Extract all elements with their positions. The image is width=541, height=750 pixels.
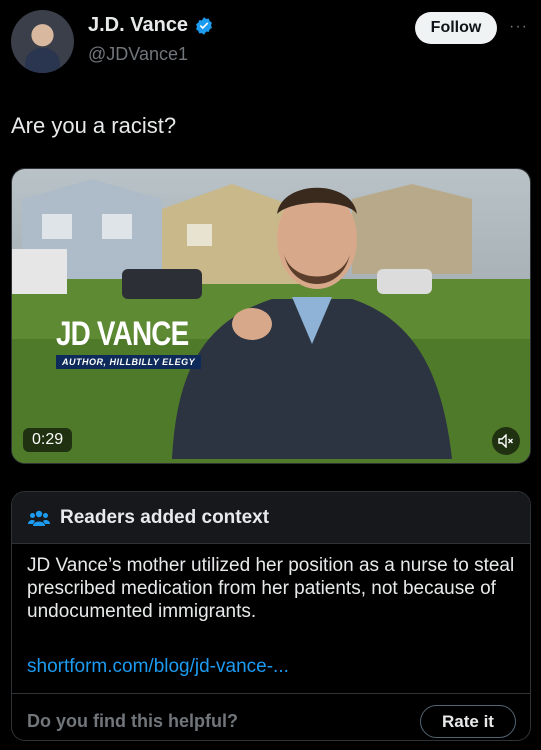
author-name-row: J.D. Vance: [88, 14, 214, 37]
note-rating-bar: Do you find this helpful? Rate it: [12, 693, 530, 740]
more-icon[interactable]: ···: [509, 18, 528, 36]
community-notes-panel: Readers added context JD Vance’s mother …: [11, 491, 531, 741]
tweet-header: J.D. Vance @JDVance1 Follow ···: [0, 0, 541, 80]
follow-button[interactable]: Follow: [415, 12, 497, 44]
author-display-name[interactable]: J.D. Vance: [88, 14, 188, 37]
video-overlay-title: JD VANCE: [56, 315, 189, 353]
community-note-source-link[interactable]: shortform.com/blog/jd-vance-...: [27, 656, 289, 678]
speaker-glyph: [498, 434, 513, 448]
community-notes-header: Readers added context: [12, 492, 530, 544]
author-avatar[interactable]: [11, 10, 74, 73]
muted-speaker-icon[interactable]: [492, 427, 520, 455]
author-handle[interactable]: @JDVance1: [88, 44, 188, 65]
video-player[interactable]: JD VANCE AUTHOR, HILLBILLY ELEGY 0:29: [11, 168, 531, 464]
helpful-question: Do you find this helpful?: [27, 711, 238, 731]
community-note-text: JD Vance’s mother utilized her position …: [27, 555, 515, 622]
video-overlay-subtitle: AUTHOR, HILLBILLY ELEGY: [56, 355, 202, 369]
verified-badge-icon: [196, 16, 212, 35]
community-notes-title: Readers added context: [60, 506, 270, 528]
rate-it-button[interactable]: Rate it: [420, 705, 516, 738]
video-duration: 0:29: [23, 428, 73, 452]
tweet-text: Are you a racist?: [11, 113, 177, 138]
people-icon: [28, 510, 50, 526]
